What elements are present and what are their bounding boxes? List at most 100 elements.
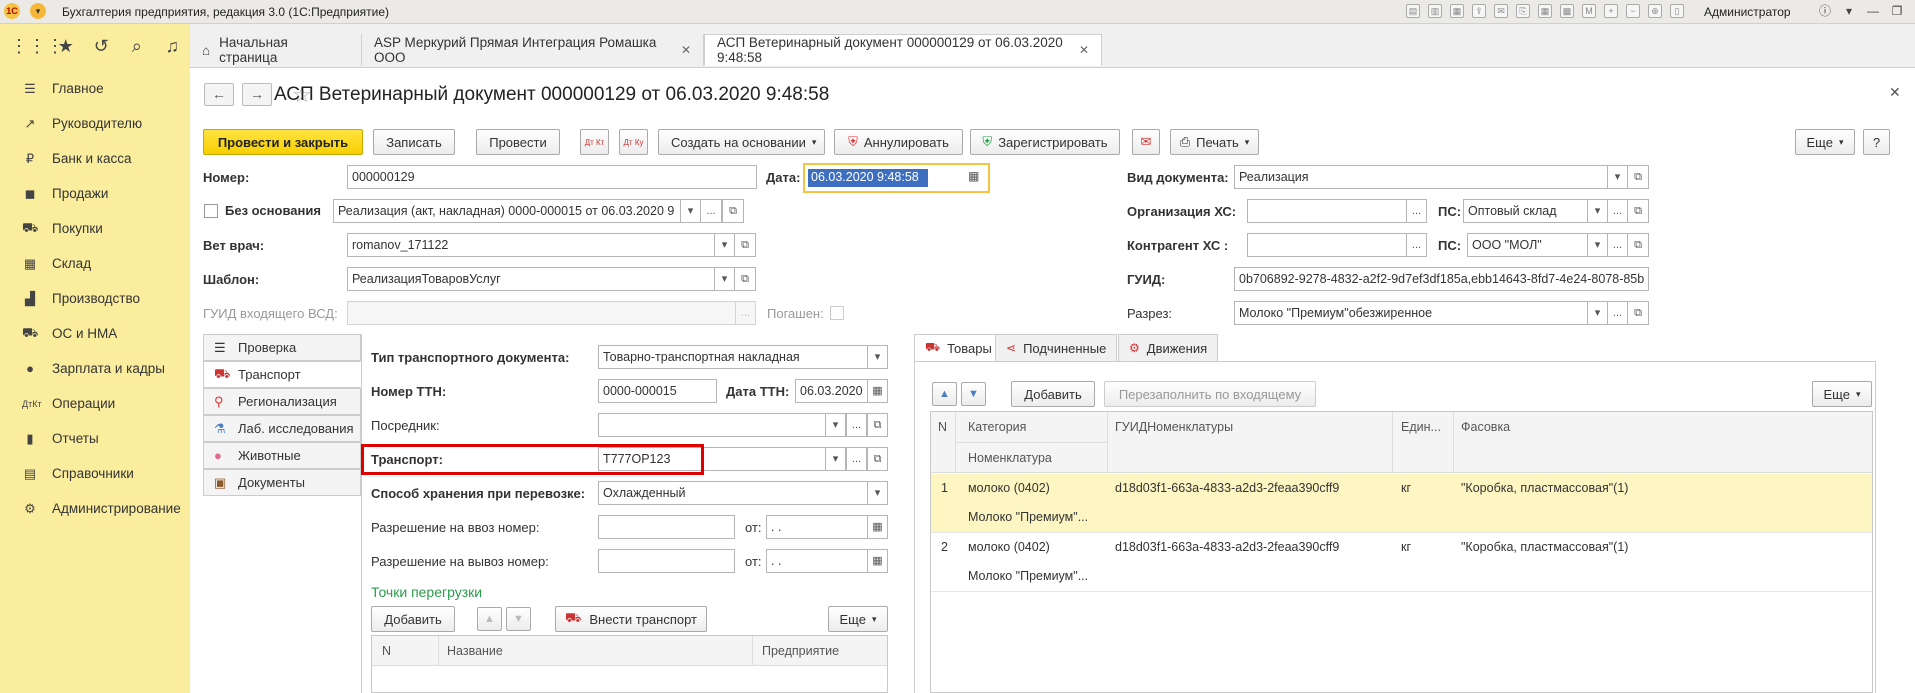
forward-button[interactable]: → [242, 83, 272, 106]
no-basis-checkbox[interactable] [204, 204, 218, 218]
transport-open[interactable]: ⧉ [867, 447, 888, 471]
col-nomenclature[interactable]: Номенклатура [968, 451, 1052, 465]
move-up-icon[interactable]: ▲ [477, 607, 502, 631]
export-date-field[interactable]: . . [766, 549, 868, 573]
sidetab-transport[interactable]: ⛟ Транспорт [203, 361, 361, 388]
email-button[interactable]: ✉ [1132, 129, 1160, 155]
vet-dropdown[interactable]: ▾ [714, 233, 735, 257]
close-document-icon[interactable]: ✕ [1889, 84, 1901, 101]
export-permit-field[interactable] [598, 549, 735, 573]
intermediary-select[interactable]: ... [846, 413, 867, 437]
org-field[interactable] [1247, 199, 1407, 223]
col-unit[interactable]: Един... [1401, 420, 1441, 434]
move-up-icon[interactable]: ▲ [932, 382, 957, 406]
history-icon[interactable]: ↺ [84, 36, 120, 57]
save-icon[interactable]: ▤ [1406, 4, 1420, 18]
col-category[interactable]: Категория [968, 420, 1026, 434]
section-open[interactable]: ⧉ [1627, 301, 1649, 325]
restore-icon[interactable]: ❐ [1887, 3, 1907, 20]
calendar-icon[interactable]: ▦ [867, 515, 888, 539]
more-icon[interactable]: ▾ [1839, 3, 1859, 20]
ttn-date-field[interactable]: 06.03.2020 [795, 379, 868, 403]
col-guid[interactable]: ГУИДНоменклатуры [1115, 420, 1233, 434]
favorites-star-icon[interactable]: ★ [48, 36, 84, 57]
col-packing[interactable]: Фасовка [1461, 420, 1510, 434]
section-reports[interactable]: ▮ Отчеты [0, 421, 190, 456]
tab-goods[interactable]: ⛟ Товары [914, 334, 1003, 362]
contractor-field[interactable] [1247, 233, 1407, 257]
print-icon[interactable]: ▥ [1428, 4, 1442, 18]
tab-mercury[interactable]: ASP Меркурий Прямая Интеграция Ромашка О… [362, 34, 704, 66]
tab-home[interactable]: ⌂ Начальная страница [190, 34, 362, 66]
memory-m-icon[interactable]: M [1582, 4, 1596, 18]
intermediary-open[interactable]: ⧉ [867, 413, 888, 437]
bell-icon[interactable]: ♫ [155, 36, 191, 57]
tab-movements[interactable]: ⚙ Движения [1118, 334, 1219, 362]
tab-subordinate[interactable]: ⋖ Подчиненные [995, 334, 1118, 362]
basis-open[interactable]: ⧉ [722, 199, 744, 223]
doc-type-dropdown[interactable]: ▾ [1607, 165, 1628, 189]
memory-plus-icon[interactable]: + [1604, 4, 1618, 18]
register-button[interactable]: ⛨ Зарегистрировать [970, 129, 1120, 155]
col-name[interactable]: Название [447, 644, 503, 658]
intermediary-field[interactable] [598, 413, 826, 437]
email-icon[interactable]: ✉ [1494, 4, 1508, 18]
close-tab-icon[interactable]: ✕ [1079, 43, 1089, 57]
post-button[interactable]: Провести [476, 129, 560, 155]
template-field[interactable]: РеализацияТоваровУслуг [347, 267, 715, 291]
calendar-icon[interactable]: ▦ [867, 549, 888, 573]
sidetab-documents[interactable]: ▣ Документы [203, 469, 361, 496]
section-references[interactable]: ▤ Справочники [0, 456, 190, 491]
section-purchases[interactable]: ⛟ Покупки [0, 211, 190, 246]
ps-contractor-field[interactable]: ООО "МОЛ" [1467, 233, 1588, 257]
add-transport-button[interactable]: ⛟ Внести транспорт [555, 606, 707, 632]
section-main[interactable]: ☰ Главное [0, 71, 190, 106]
import-permit-field[interactable] [598, 515, 735, 539]
sidetab-regionalization[interactable]: ⚲ Регионализация [203, 388, 361, 415]
storage-field[interactable]: Охлажденный [598, 481, 868, 505]
section-sales[interactable]: ◼ Продажи [0, 176, 190, 211]
section-select[interactable]: ... [1607, 301, 1628, 325]
intermediary-dropdown[interactable]: ▾ [825, 413, 846, 437]
calculator-icon[interactable]: ▩ [1560, 4, 1574, 18]
create-based-button[interactable]: Создать на основании ▾ [658, 129, 825, 155]
section-director[interactable]: ↗ Руководителю [0, 106, 190, 141]
close-tab-icon[interactable]: ✕ [681, 43, 691, 57]
section-production[interactable]: ▟ Производство [0, 281, 190, 316]
table-row[interactable]: 2 молоко (0402) Молоко "Премиум"... d18d… [931, 533, 1872, 592]
close-window-icon[interactable]: ✕ [1911, 3, 1915, 20]
calendar-icon[interactable]: ▦ [867, 379, 888, 403]
panel-icon[interactable]: ▯ [1670, 4, 1684, 18]
search-icon[interactable]: ⌕ [119, 36, 155, 57]
section-warehouse[interactable]: ▦ Склад [0, 246, 190, 281]
vet-field[interactable]: romanov_171122 [347, 233, 715, 257]
transport-doc-type-dropdown[interactable]: ▾ [867, 345, 888, 369]
user-name[interactable]: Администратор [1704, 5, 1791, 19]
ps-org-field[interactable]: Оптовый склад [1463, 199, 1588, 223]
vet-open[interactable]: ⧉ [734, 233, 756, 257]
post-and-close-button[interactable]: Провести и закрыть [203, 129, 363, 155]
ps-org-dropdown[interactable]: ▾ [1587, 199, 1608, 223]
section-dropdown[interactable]: ▾ [1587, 301, 1608, 325]
doc-type-open[interactable]: ⧉ [1627, 165, 1649, 189]
contractor-select[interactable]: ... [1406, 233, 1427, 257]
guid-in-field[interactable] [347, 301, 736, 325]
goods-more-button[interactable]: Еще ▾ [1812, 381, 1872, 407]
basis-dropdown[interactable]: ▾ [680, 199, 701, 223]
zoom-icon[interactable]: ⊕ [1648, 4, 1662, 18]
section-operations[interactable]: ДтКт Операции [0, 386, 190, 421]
repaid-checkbox[interactable] [830, 306, 844, 320]
transport-dropdown[interactable]: ▾ [825, 447, 846, 471]
move-down-icon[interactable]: ▼ [961, 382, 986, 406]
memory-minus-icon[interactable]: − [1626, 4, 1640, 18]
dt-kt-button[interactable]: Дт Кт [580, 129, 609, 155]
add-reload-point-button[interactable]: Добавить [371, 606, 455, 632]
help-button[interactable]: ? [1863, 129, 1890, 155]
basis-select[interactable]: ... [700, 199, 722, 223]
export-icon[interactable]: ⇪ [1472, 4, 1486, 18]
calendar-icon[interactable]: ▦ [968, 169, 979, 183]
section-bank[interactable]: ₽ Банк и касса [0, 141, 190, 176]
storage-dropdown[interactable]: ▾ [867, 481, 888, 505]
calendar-icon[interactable]: ▦ [1538, 4, 1552, 18]
col-enterprise[interactable]: Предприятие [762, 644, 839, 658]
